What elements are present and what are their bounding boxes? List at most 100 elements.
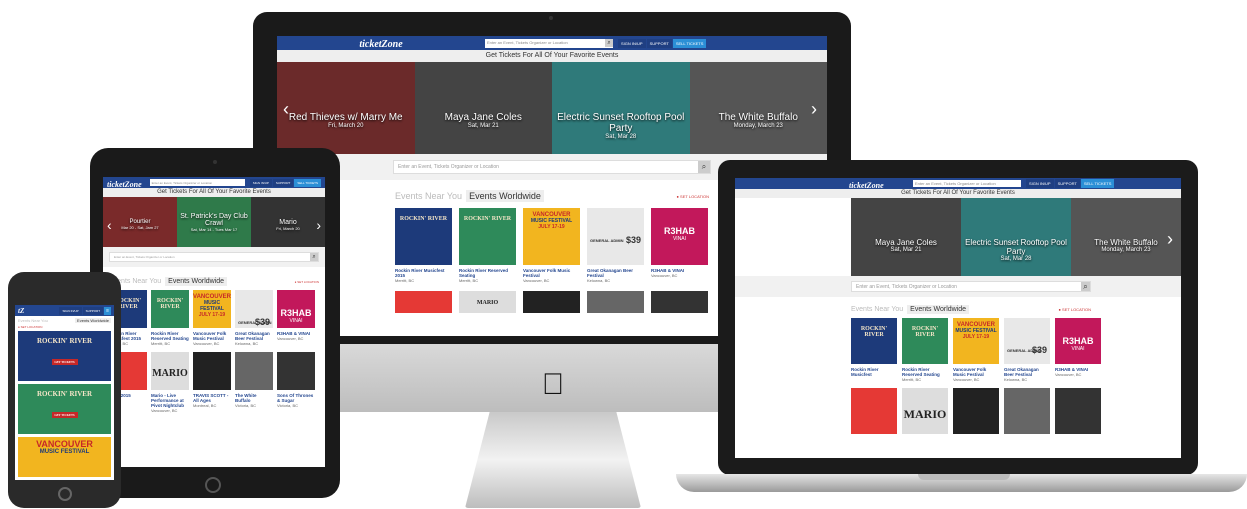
chevron-left-icon[interactable]: ‹ <box>283 99 289 120</box>
event-title[interactable]: Rockin River Musicfest 2015 <box>395 268 452 278</box>
event-card[interactable]: Sons Of Thrones & Sugar Victoria, BC <box>277 352 315 413</box>
main-search-input[interactable]: Enter an Event, Tickets Organizer or Loc… <box>851 281 1091 292</box>
tab-events-near[interactable]: Events Near You <box>395 191 462 201</box>
event-title[interactable]: Rockin River Reserved Seating <box>459 268 516 278</box>
menu-icon[interactable]: ≡ <box>104 306 111 315</box>
event-card[interactable]: GENERAL ADMIN $39 Great Okanagan Beer Fest… <box>587 208 644 283</box>
event-card[interactable]: GENERAL ADMIN $39 Great Okanagan Beer Fest… <box>235 290 273 346</box>
set-location-link[interactable]: ● SET LOCATION <box>1059 307 1092 312</box>
event-poster[interactable]: VANCOUVER MUSIC FESTIVAL JULY 17-19 <box>953 318 999 364</box>
event-poster[interactable] <box>651 291 708 313</box>
event-card[interactable]: The White Buffalo Victoria, BC <box>235 352 273 413</box>
search-icon[interactable]: ⌕ <box>1081 282 1090 291</box>
event-card[interactable] <box>1004 388 1050 434</box>
event-poster[interactable]: ROCKIN' RIVER <box>151 290 189 328</box>
event-card[interactable]: GENERAL ADMIN $39 Great Okanagan Beer Fest… <box>1004 318 1050 382</box>
event-poster[interactable] <box>193 352 231 390</box>
event-card[interactable] <box>395 291 452 313</box>
event-card[interactable] <box>587 291 644 313</box>
event-poster[interactable] <box>851 388 897 434</box>
ipad-home-button[interactable] <box>205 477 221 493</box>
support-button[interactable]: SUPPORT <box>1054 179 1080 188</box>
event-card[interactable]: ROCKIN' RIVER Rockin River Reserved Seati… <box>902 318 948 382</box>
event-card[interactable]: ROCKIN' RIVER Rockin River Musicfest <box>851 318 897 382</box>
tab-events-near[interactable]: Events Near You <box>18 318 75 323</box>
event-title[interactable]: Great Okanagan Beer Festival <box>1004 367 1050 377</box>
chevron-right-icon[interactable]: › <box>1167 229 1173 250</box>
set-location-link[interactable]: ● SET LOCATION <box>677 194 710 199</box>
site-logo[interactable]: tZ <box>18 307 24 315</box>
event-title[interactable]: Rockin River Reserved Seating <box>151 331 189 341</box>
tab-events-worldwide[interactable]: Events Worldwide <box>75 318 111 323</box>
event-poster[interactable]: MARIO <box>902 388 948 434</box>
set-location-link[interactable]: ● SET LOCATION <box>295 280 319 284</box>
signup-button[interactable]: SIGN IN/UP <box>59 306 82 315</box>
event-title[interactable]: Rockin River Reserved Seating <box>902 367 948 377</box>
event-poster[interactable]: ROCKIN' RIVER <box>851 318 897 364</box>
sell-tickets-button[interactable]: SELL TICKETS <box>294 178 321 187</box>
site-logo[interactable]: ticketZone <box>739 178 909 193</box>
main-search-input[interactable]: Enter an Event, Tickets Organizer or Loc… <box>109 252 319 262</box>
event-poster[interactable] <box>523 291 580 313</box>
event-poster[interactable]: GENERAL ADMIN $39 <box>1004 318 1050 364</box>
carousel-slide[interactable]: Maya Jane Coles Sat, Mar 21 <box>414 62 552 154</box>
event-title[interactable]: Mario - Live Performance at Pivot Nightc… <box>151 393 189 408</box>
event-poster[interactable]: R3HAB VINAI <box>277 290 315 328</box>
main-search-input[interactable]: Enter an Event, Tickets Organizer or Loc… <box>393 160 711 174</box>
carousel-slide[interactable]: Electric Sunset Rooftop Pool Party Sat, M… <box>961 198 1071 276</box>
event-card[interactable]: MARIO <box>902 388 948 434</box>
event-poster[interactable]: GENERAL ADMIN $39 <box>235 290 273 328</box>
event-title[interactable]: Sons Of Thrones & Sugar <box>277 393 315 403</box>
carousel-slide[interactable]: Red Thieves w/ Marry Me Fri, March 20 <box>277 62 415 154</box>
carousel-slide[interactable]: Mario Fri, March 20 <box>251 197 325 247</box>
event-poster[interactable] <box>953 388 999 434</box>
tab-events-worldwide[interactable]: Events Worldwide <box>466 190 544 202</box>
signup-button[interactable]: SIGN IN/UP <box>1026 179 1054 188</box>
event-title[interactable]: Vancouver Folk Music Festival <box>953 367 999 377</box>
search-input[interactable]: Enter an Event, Tickets Organizer or Loc… <box>149 179 245 186</box>
carousel-slide[interactable]: Pourtier Mar 20 - Sat, Jam 27 <box>103 197 177 247</box>
event-card[interactable]: MARIO <box>459 291 516 313</box>
event-card[interactable]: ROCKIN' RIVER Rockin River Reserved Seati… <box>151 290 189 346</box>
carousel-slide[interactable]: The White Buffalo Monday, March 23 <box>689 62 827 154</box>
event-card[interactable]: TRAVIS SCOTT - All Ages Montreal, BC <box>193 352 231 413</box>
event-poster[interactable] <box>1055 388 1101 434</box>
tab-events-worldwide[interactable]: Events Worldwide <box>165 277 228 286</box>
search-input[interactable]: Enter an Event, Tickets Organizer or Loc… <box>485 38 613 48</box>
event-poster[interactable]: ROCKIN' RIVER <box>459 208 516 265</box>
support-button[interactable]: SUPPORT <box>646 38 672 48</box>
event-title[interactable]: Rockin River Musicfest <box>851 367 897 377</box>
event-poster-rockin-reserved[interactable]: ROCKIN' RIVER GET TICKETS <box>18 384 111 434</box>
event-card[interactable] <box>851 388 897 434</box>
event-title[interactable]: Great Okanagan Beer Festival <box>235 331 273 341</box>
event-poster[interactable]: R3HAB VINAI <box>1055 318 1101 364</box>
event-card[interactable]: ROCKIN' RIVER Rockin River Reserved Seati… <box>459 208 516 283</box>
event-title[interactable]: The White Buffalo <box>235 393 273 403</box>
tab-events-worldwide[interactable]: Events Worldwide <box>907 305 970 314</box>
event-card[interactable]: R3HAB VINAI R3HAB & VINAI Vancouver, BC <box>277 290 315 346</box>
event-poster[interactable] <box>277 352 315 390</box>
event-title[interactable]: Great Okanagan Beer Festival <box>587 268 644 278</box>
support-button[interactable]: SUPPORT <box>272 178 294 187</box>
event-poster[interactable]: R3HAB VINAI <box>651 208 708 265</box>
chevron-right-icon[interactable]: › <box>811 99 817 120</box>
event-card[interactable]: VANCOUVER MUSIC FESTIVAL JULY 17-19 Vancouv… <box>953 318 999 382</box>
get-tickets-button[interactable]: GET TICKETS <box>51 359 78 365</box>
chevron-left-icon[interactable]: ‹ <box>107 217 112 233</box>
event-poster[interactable]: ROCKIN' RIVER <box>902 318 948 364</box>
event-poster[interactable] <box>1004 388 1050 434</box>
signup-button[interactable]: SIGN IN/UP <box>249 178 272 187</box>
event-card[interactable] <box>651 291 708 313</box>
carousel-slide[interactable]: The White Buffalo Monday, March 23 <box>1071 198 1181 276</box>
event-poster[interactable]: GENERAL ADMIN $39 <box>587 208 644 265</box>
search-icon[interactable]: ⌕ <box>605 38 613 47</box>
search-icon[interactable]: ⌕ <box>698 161 710 173</box>
get-tickets-button[interactable]: GET TICKETS <box>51 412 78 418</box>
event-poster[interactable]: MARIO <box>151 352 189 390</box>
tab-events-near[interactable]: Events Near You <box>851 306 903 313</box>
event-poster-rockin[interactable]: ROCKIN' RIVER GET TICKETS <box>18 331 111 381</box>
support-button[interactable]: SUPPORT <box>82 306 104 315</box>
event-poster[interactable]: VANCOUVER MUSIC FESTIVAL JULY 17-19 <box>193 290 231 328</box>
event-card[interactable]: VANCOUVER MUSIC FESTIVAL JULY 17-19 Vancouv… <box>523 208 580 283</box>
search-icon[interactable]: ⌕ <box>310 253 318 261</box>
